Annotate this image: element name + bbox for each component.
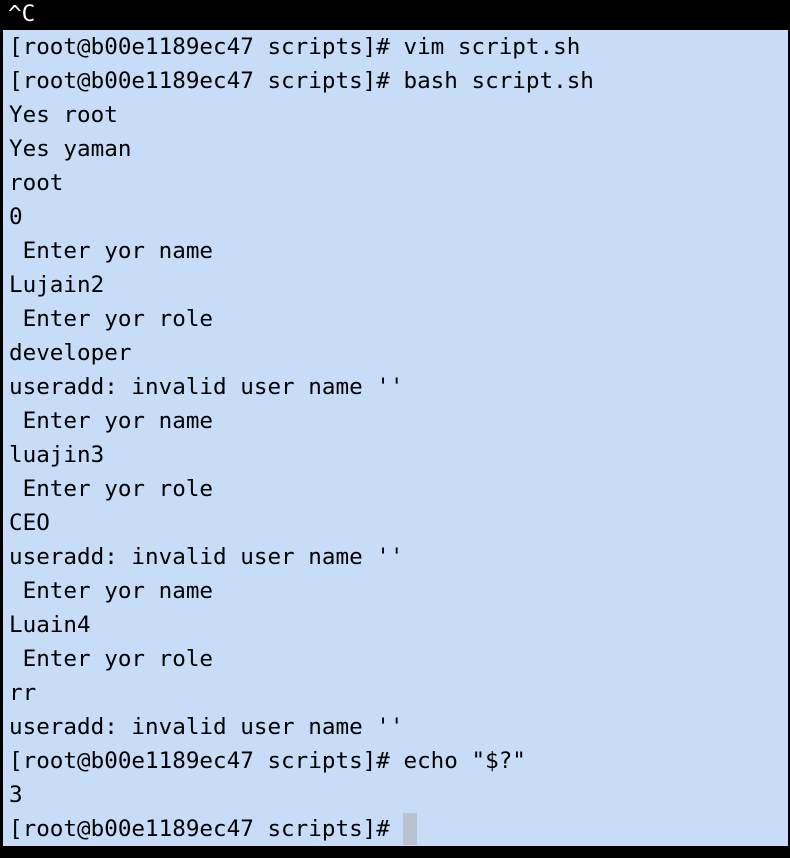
terminal-line: luajin3 (3, 438, 788, 472)
terminal-line: Enter yor name (3, 404, 788, 438)
terminal-line: Enter yor role (3, 472, 788, 506)
terminal-line: 0 (3, 200, 788, 234)
terminal-line: Enter yor role (3, 642, 788, 676)
terminal-window[interactable]: ^C [root@b00e1189ec47 scripts]# vim scri… (0, 0, 790, 858)
terminal-line: useradd: invalid user name '' (3, 370, 788, 404)
text-cursor (403, 813, 418, 845)
terminal-line: Enter yor name (3, 234, 788, 268)
terminal-line: 3 (3, 778, 788, 812)
terminal-line: useradd: invalid user name '' (3, 710, 788, 744)
terminal-line: CEO (3, 506, 788, 540)
terminal-line: [root@b00e1189ec47 scripts]# echo "$?" (3, 744, 788, 778)
terminal-line: [root@b00e1189ec47 scripts]# bash script… (3, 64, 788, 98)
interrupt-line: ^C (0, 0, 790, 31)
terminal-line: Lujain2 (3, 268, 788, 302)
prompt-text: [root@b00e1189ec47 scripts]# (9, 816, 404, 842)
terminal-line: Yes root (3, 98, 788, 132)
prompt-line[interactable]: [root@b00e1189ec47 scripts]# (3, 812, 788, 846)
terminal-line: developer (3, 336, 788, 370)
terminal-line: root (3, 166, 788, 200)
terminal-line: Enter yor name (3, 574, 788, 608)
terminal-line: Enter yor role (3, 302, 788, 336)
terminal-line: rr (3, 676, 788, 710)
terminal-line: [root@b00e1189ec47 scripts]# vim script.… (3, 30, 788, 64)
terminal-line: Yes yaman (3, 132, 788, 166)
terminal-line: useradd: invalid user name '' (3, 540, 788, 574)
terminal-line: Luain4 (3, 608, 788, 642)
